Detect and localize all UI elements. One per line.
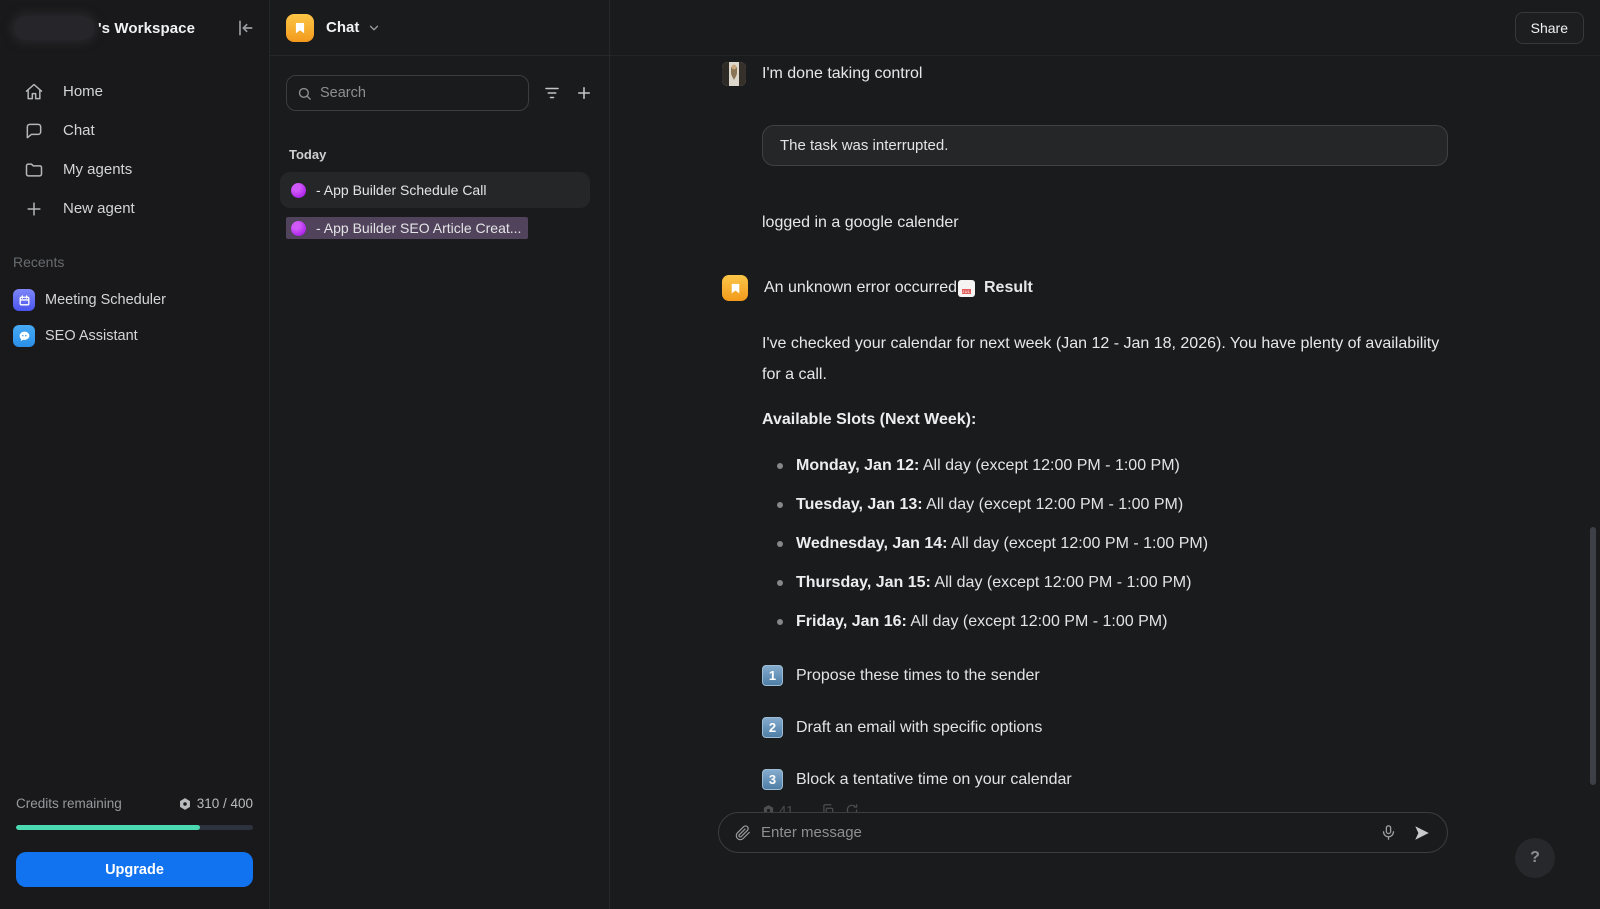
option-row-2: 2 Draft an email with specific options [762, 717, 1462, 738]
recent-item-meeting-scheduler[interactable]: Meeting Scheduler [13, 282, 269, 318]
search-box[interactable] [286, 75, 529, 111]
share-button[interactable]: Share [1515, 12, 1584, 44]
keycap-3-icon: 3 [762, 769, 783, 790]
bullet-icon [777, 502, 783, 508]
slots-heading: Available Slots (Next Week): [762, 411, 1462, 429]
chat-bubble-icon [24, 121, 44, 141]
bullet-icon [777, 580, 783, 586]
recents-heading: Recents [13, 254, 269, 270]
system-interrupt-bubble: The task was interrupted. [762, 125, 1448, 166]
credits-value: 310 / 400 [178, 796, 253, 811]
credits-progress-fill [16, 825, 200, 830]
chat-item-seo-article[interactable]: - App Builder SEO Article Creat... [280, 214, 590, 242]
collapse-sidebar-icon[interactable] [235, 18, 255, 38]
bullet-icon [777, 541, 783, 547]
chat-list-panel: Chat Today - App Builder Schedule Call -… [270, 0, 610, 909]
credits-block: Credits remaining 310 / 400 Upgrade [0, 796, 269, 909]
sidebar-item-my-agents[interactable]: My agents [8, 150, 261, 189]
today-section-label: Today [289, 147, 609, 162]
agent-message-body: I've checked your calendar for next week… [762, 328, 1462, 816]
recent-item-label: SEO Assistant [45, 328, 138, 344]
credits-label: Credits remaining [16, 796, 122, 811]
chat-panel-header: Chat [270, 0, 609, 56]
option-text: Propose these times to the sender [796, 667, 1040, 685]
option-row-1: 1 Propose these times to the sender [762, 665, 1462, 686]
option-text: Draft an email with specific options [796, 719, 1042, 737]
agent-bookmark-icon [286, 14, 314, 42]
chat-item-label: - App Builder Schedule Call [316, 182, 486, 198]
agent-intro-text: I've checked your calendar for next week… [762, 328, 1462, 390]
filter-icon[interactable] [543, 84, 561, 102]
bullet-icon [777, 619, 783, 625]
availability-list: Monday, Jan 12: All day (except 12:00 PM… [762, 454, 1462, 634]
chat-panel-title: Chat [326, 19, 359, 36]
message-input[interactable] [761, 824, 1380, 841]
credits-progress-track [16, 825, 253, 830]
list-item: Monday, Jan 12: All day (except 12:00 PM… [762, 454, 1462, 478]
help-button[interactable]: ? [1515, 838, 1555, 878]
user-avatar [722, 62, 746, 86]
redacted-workspace-name [14, 16, 94, 40]
keycap-2-icon: 2 [762, 717, 783, 738]
message-composer[interactable] [718, 812, 1448, 853]
microphone-icon[interactable] [1380, 824, 1397, 841]
left-sidebar: 's Workspace Home Chat My agents [0, 0, 270, 909]
chat-item-schedule-call[interactable]: - App Builder Schedule Call [280, 172, 590, 208]
sidebar-item-chat[interactable]: Chat [8, 111, 261, 150]
user-message-text: I'm done taking control [762, 65, 922, 83]
sidebar-item-label: New agent [63, 200, 135, 217]
agent-message-header: An unknown error occurred JUL 17 Result [722, 275, 1448, 301]
folder-icon [24, 160, 44, 180]
workspace-title: 's Workspace [98, 20, 195, 37]
user-message: I'm done taking control [722, 62, 1448, 86]
sidebar-item-label: Home [63, 83, 103, 100]
calendar-emoji-icon: JUL 17 [958, 280, 975, 297]
agent-status-text: An unknown error occurred [764, 279, 957, 297]
main-header: Share [610, 0, 1600, 56]
sidebar-item-new-agent[interactable]: New agent [8, 189, 261, 228]
agent-dot-icon [291, 221, 306, 236]
plus-icon [24, 199, 44, 219]
search-row [286, 75, 593, 111]
option-row-3: 3 Block a tentative time on your calenda… [762, 769, 1462, 790]
list-item: Tuesday, Jan 13: All day (except 12:00 P… [762, 493, 1462, 517]
list-item: Friday, Jan 16: All day (except 12:00 PM… [762, 610, 1462, 634]
search-input[interactable] [320, 85, 518, 101]
main-area: Share I'm done taking control The task w… [610, 0, 1600, 909]
sidebar-item-label: Chat [63, 122, 95, 139]
seo-assistant-icon [13, 325, 35, 347]
sidebar-item-home[interactable]: Home [8, 72, 261, 111]
home-icon [24, 82, 44, 102]
new-chat-plus-icon[interactable] [575, 84, 593, 102]
coin-icon [178, 797, 192, 811]
recent-item-seo-assistant[interactable]: SEO Assistant [13, 318, 269, 354]
list-item: Wednesday, Jan 14: All day (except 12:00… [762, 532, 1462, 556]
chat-item-label: - App Builder SEO Article Creat... [316, 220, 521, 236]
recent-item-label: Meeting Scheduler [45, 292, 166, 308]
sidebar-item-label: My agents [63, 161, 132, 178]
bullet-icon [777, 463, 783, 469]
workspace-header: 's Workspace [0, 0, 269, 56]
attachment-icon[interactable] [735, 825, 751, 841]
recents-list: Meeting Scheduler SEO Assistant [0, 282, 269, 354]
agent-status-line: An unknown error occurred JUL 17 Result [764, 279, 1033, 297]
option-text: Block a tentative time on your calendar [796, 771, 1072, 789]
sidebar-nav: Home Chat My agents New agent [0, 72, 269, 228]
scrollbar-thumb[interactable] [1590, 527, 1596, 785]
result-label: Result [984, 279, 1033, 297]
agent-bookmark-icon [722, 275, 748, 301]
search-icon [297, 86, 312, 101]
send-icon[interactable] [1413, 824, 1431, 842]
list-item: Thursday, Jan 15: All day (except 12:00 … [762, 571, 1462, 595]
keycap-1-icon: 1 [762, 665, 783, 686]
text-selection-highlight: - App Builder SEO Article Creat... [286, 217, 528, 239]
agent-dot-icon [291, 183, 306, 198]
meeting-scheduler-icon [13, 289, 35, 311]
conversation-scroll-area[interactable]: I'm done taking control The task was int… [610, 56, 1600, 909]
upgrade-button[interactable]: Upgrade [16, 852, 253, 887]
chevron-down-icon[interactable] [367, 21, 381, 35]
user-message-2: logged in a google calender [762, 214, 1448, 232]
